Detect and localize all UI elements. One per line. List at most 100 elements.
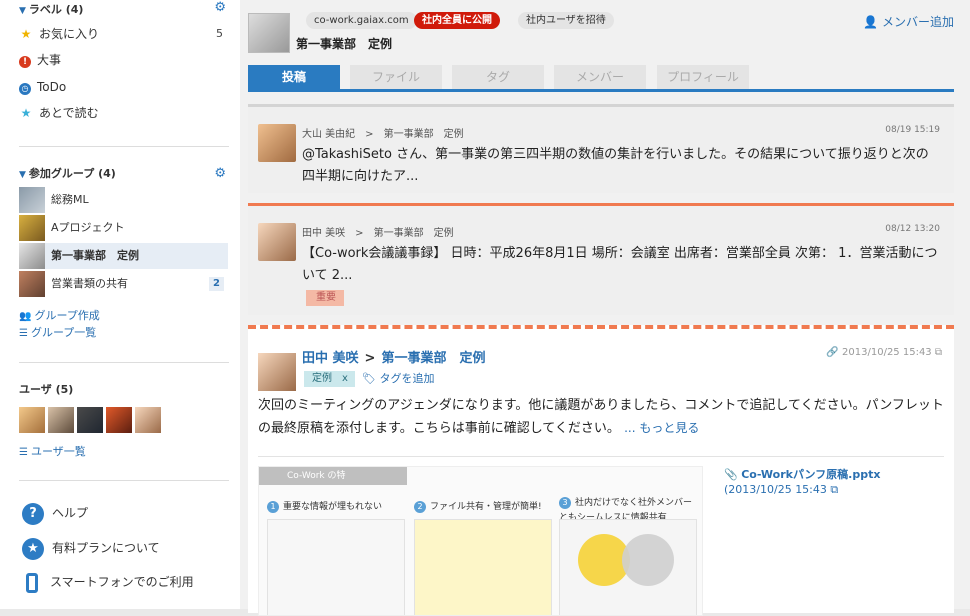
smartphone-link[interactable]: スマートフォンでのご利用	[22, 569, 194, 595]
group-thumbnail	[19, 187, 45, 213]
post-author[interactable]: 田中 美咲	[302, 228, 345, 239]
public-scope-chip[interactable]: 社内全員に公開	[414, 12, 500, 29]
question-icon: ?	[22, 502, 44, 525]
sidebar-divider	[19, 362, 229, 363]
tab-profile[interactable]: プロフィール	[657, 65, 749, 89]
person-icon: 👤	[863, 15, 879, 29]
detail-time[interactable]: 🔗 2013/10/25 15:43 ⧉	[826, 347, 942, 358]
label-item-important[interactable]: ! 大事	[19, 50, 229, 70]
attachment-preview[interactable]: Co-Work の特 1 重要な情報が埋もれない 2 ファイル共有・管理が簡単! 3…	[258, 466, 703, 616]
paperclip-icon: 📎	[724, 468, 738, 481]
post-body[interactable]: @TakashiSeto さん、第一事業の第三四半期の数値の集計を行いました。そ…	[302, 144, 940, 188]
post-body[interactable]: 【Co-work会議議事録】 日時：平成26年8月1日 場所：会議室 出席者：営…	[302, 243, 940, 287]
post-meta: 田中 美咲 > 第一事業部 定例	[302, 228, 454, 239]
label-name: ToDo	[37, 80, 67, 94]
paperclip-icon: 🔗	[826, 347, 839, 358]
group-create-link[interactable]: 👥 グループ作成	[19, 307, 100, 323]
post-group[interactable]: 第一事業部 定例	[384, 129, 464, 140]
groups-gear-icon[interactable]: ⚙	[214, 166, 226, 181]
sidebar-group-sales-docs[interactable]: 営業書類の共有 2	[19, 271, 228, 297]
paid-plan-link[interactable]: ★ 有料プランについて	[22, 535, 160, 561]
star-icon: ★	[20, 106, 32, 120]
external-link-icon[interactable]: ⧉	[830, 483, 838, 496]
pamphlet-col-text: ファイル共有・管理が簡単!	[430, 502, 542, 512]
avatar[interactable]	[258, 353, 296, 391]
tab-files[interactable]: ファイル	[350, 65, 442, 89]
detail-separator	[258, 456, 944, 457]
labels-section-title[interactable]: ▼ ラベル (4)	[19, 1, 83, 17]
number-badge: 2	[414, 501, 426, 513]
avatar[interactable]	[106, 407, 132, 433]
add-member-button[interactable]: 👤 メンバー追加	[863, 13, 954, 30]
sidebar-group-a-project[interactable]: Aプロジェクト	[19, 215, 228, 241]
group-name: 営業書類の共有	[51, 277, 128, 290]
tag-chip-label: 定例	[312, 373, 332, 384]
avatar[interactable]	[258, 223, 296, 261]
group-thumbnail	[19, 271, 45, 297]
pamphlet-header: Co-Work の特	[259, 467, 407, 485]
detail-group[interactable]: 第一事業部 定例	[381, 351, 485, 366]
clock-icon: ◷	[19, 83, 31, 95]
group-name: 総務ML	[51, 193, 89, 206]
tag-chip[interactable]: 定例 x	[304, 371, 355, 387]
label-item-favorites[interactable]: ★ お気に入り 5	[19, 24, 229, 44]
post-group[interactable]: 第一事業部 定例	[374, 228, 454, 239]
pamphlet-col-text: 重要な情報が埋もれない	[283, 502, 383, 512]
domain-chip: co-work.gaiax.com	[306, 12, 417, 29]
main-content: co-work.gaiax.com 社内全員に公開 社内ユーザを招待 第一事業部…	[248, 0, 954, 616]
detail-header: 田中 美咲 > 第一事業部 定例	[302, 347, 485, 366]
list-icon: ☰	[19, 328, 28, 339]
group-thumbnail	[19, 215, 45, 241]
group-list-text: グループ一覧	[30, 326, 97, 339]
collapse-triangle-icon: ▼	[19, 6, 26, 16]
tag-remove-button[interactable]: x	[342, 373, 348, 384]
avatar[interactable]	[19, 407, 45, 433]
attachment-link[interactable]: 📎 Co-Workパンフ原稿.pptx (2013/10/25 15:43 ⧉	[724, 467, 944, 497]
avatar[interactable]	[258, 124, 296, 162]
label-name: お気に入り	[39, 27, 100, 41]
tab-underline	[248, 89, 954, 92]
list-icon: ☰	[19, 447, 28, 458]
paid-plan-text: 有料プランについて	[52, 541, 160, 555]
label-item-read-later[interactable]: ★ あとで読む	[19, 103, 229, 123]
post-item[interactable]: 大山 美由紀 > 第一事業部 定例 08/19 15:19 @TakashiSe…	[248, 104, 954, 193]
label-count: 5	[216, 27, 223, 40]
label-item-todo[interactable]: ◷ ToDo	[19, 77, 229, 97]
groups-title-text: 参加グループ (4)	[28, 167, 116, 180]
post-author[interactable]: 大山 美由紀	[302, 129, 355, 140]
labels-title-text: ラベル (4)	[28, 3, 84, 16]
add-member-text: メンバー追加	[881, 15, 954, 29]
show-more-link[interactable]: ... もっと見る	[624, 421, 699, 435]
detail-author[interactable]: 田中 美咲	[302, 351, 359, 366]
user-list-text: ユーザ一覧	[30, 445, 86, 458]
labels-gear-icon[interactable]: ⚙	[214, 0, 226, 15]
tab-posts[interactable]: 投稿	[248, 65, 340, 89]
groups-section-title[interactable]: ▼ 参加グループ (4)	[19, 165, 116, 181]
group-create-text: グループ作成	[34, 309, 100, 322]
avatar[interactable]	[48, 407, 74, 433]
invite-users-chip[interactable]: 社内ユーザを招待	[518, 12, 614, 29]
sidebar-group-dai1-teirei[interactable]: 第一事業部 定例	[19, 243, 228, 269]
group-list-link[interactable]: ☰ グループ一覧	[19, 324, 96, 340]
collapse-triangle-icon: ▼	[19, 170, 26, 180]
label-name: あとで読む	[39, 106, 99, 120]
users-icon: 👥	[19, 311, 32, 322]
sidebar-group-soumu[interactable]: 総務ML	[19, 187, 228, 213]
external-link-icon: ⧉	[934, 347, 942, 358]
tab-members[interactable]: メンバー	[554, 65, 646, 89]
user-list-link[interactable]: ☰ ユーザ一覧	[19, 443, 86, 459]
tab-tags[interactable]: タグ	[452, 65, 544, 89]
users-title-text: ユーザ (5)	[19, 383, 74, 396]
tag-icon: 🏷	[362, 372, 376, 385]
post-time: 08/19 15:19	[885, 125, 940, 135]
avatar[interactable]	[77, 407, 103, 433]
label-tag[interactable]: 重要	[306, 290, 344, 306]
attachment-name[interactable]: Co-Workパンフ原稿.pptx	[741, 468, 880, 481]
pamphlet-illustration	[267, 519, 405, 615]
post-item[interactable]: 田中 美咲 > 第一事業部 定例 08/12 13:20 【Co-work会議議…	[248, 203, 954, 315]
pamphlet-illustration	[414, 519, 552, 615]
add-tag-button[interactable]: 🏷 タグを追加	[362, 370, 434, 386]
group-name: Aプロジェクト	[51, 221, 125, 234]
help-link[interactable]: ? ヘルプ	[22, 500, 88, 526]
avatar[interactable]	[135, 407, 161, 433]
